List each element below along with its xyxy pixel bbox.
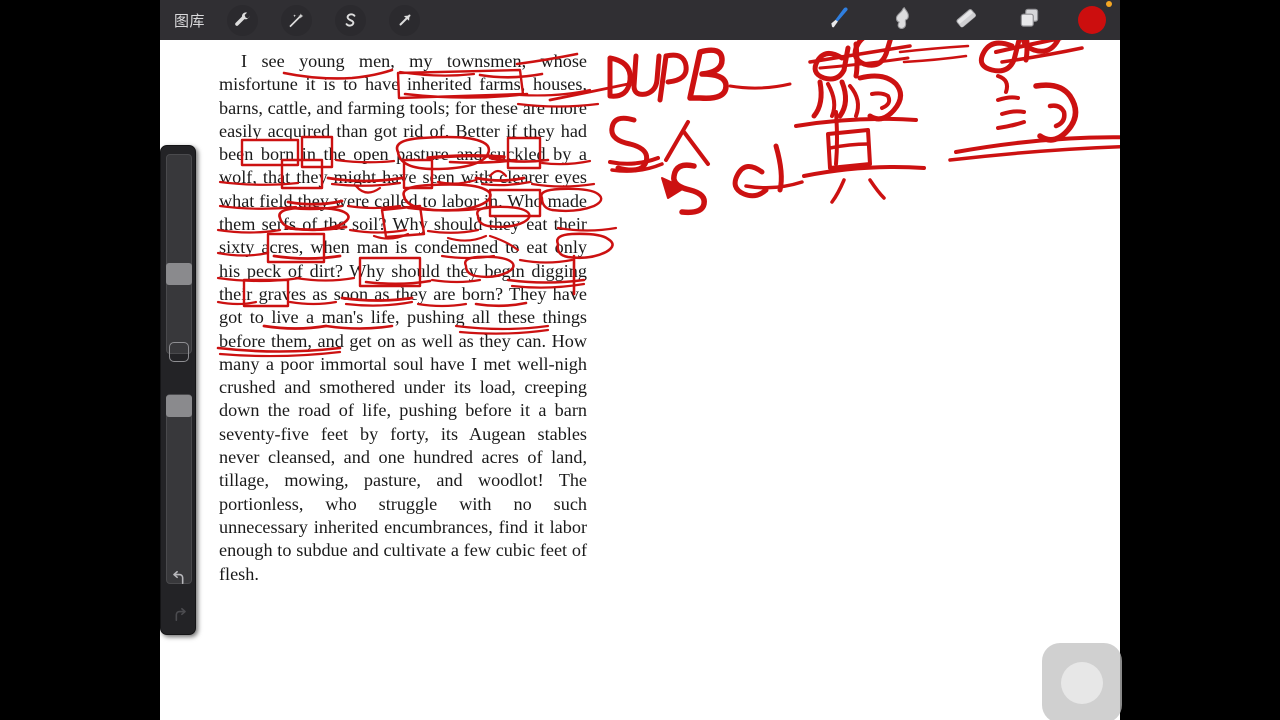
brush-size-thumb[interactable]	[166, 263, 192, 285]
assistive-touch-icon	[1061, 662, 1103, 704]
assistive-touch-button[interactable]	[1042, 643, 1122, 720]
screen: I see young men, my townsmen, whose misf…	[0, 0, 1280, 720]
gallery-button[interactable]: 图库	[174, 10, 205, 31]
opacity-thumb[interactable]	[166, 395, 192, 417]
arrow-cursor-icon	[396, 11, 414, 29]
smudge-button[interactable]	[880, 0, 924, 40]
top-toolbar: 图库	[160, 0, 1120, 40]
layers-icon	[1017, 5, 1043, 36]
magic-wand-icon	[287, 11, 306, 30]
procreate-canvas-area[interactable]: I see young men, my townsmen, whose misf…	[160, 0, 1120, 720]
color-swatch-button[interactable]	[1078, 1, 1112, 34]
paint-button[interactable]	[816, 0, 860, 40]
opacity-slider[interactable]	[166, 394, 192, 584]
sidebar-panel	[160, 145, 196, 635]
redo-button[interactable]	[161, 601, 197, 635]
toolbar-right-group	[796, 0, 1120, 40]
redo-arrow-icon	[170, 606, 189, 630]
actions-button[interactable]	[227, 4, 259, 36]
smudge-icon	[889, 5, 915, 36]
adjustments-button[interactable]	[281, 4, 313, 36]
s-curve-icon	[341, 11, 360, 30]
transform-button[interactable]	[389, 4, 421, 36]
undo-arrow-icon	[170, 569, 189, 593]
erase-button[interactable]	[944, 0, 988, 40]
document-body-text: I see young men, my townsmen, whose misf…	[219, 51, 587, 584]
color-indicator-dot	[1106, 1, 1112, 7]
eraser-icon	[952, 4, 980, 37]
undo-button[interactable]	[161, 564, 197, 598]
selection-button[interactable]	[335, 4, 367, 36]
modify-button[interactable]	[169, 342, 189, 362]
brush-size-slider[interactable]	[166, 154, 192, 354]
document-page[interactable]: I see young men, my townsmen, whose misf…	[160, 40, 1120, 720]
wrench-icon	[233, 11, 252, 30]
paintbrush-icon	[824, 4, 852, 37]
toolbar-left-group: 图库	[160, 0, 443, 40]
layers-button[interactable]	[1008, 0, 1052, 40]
